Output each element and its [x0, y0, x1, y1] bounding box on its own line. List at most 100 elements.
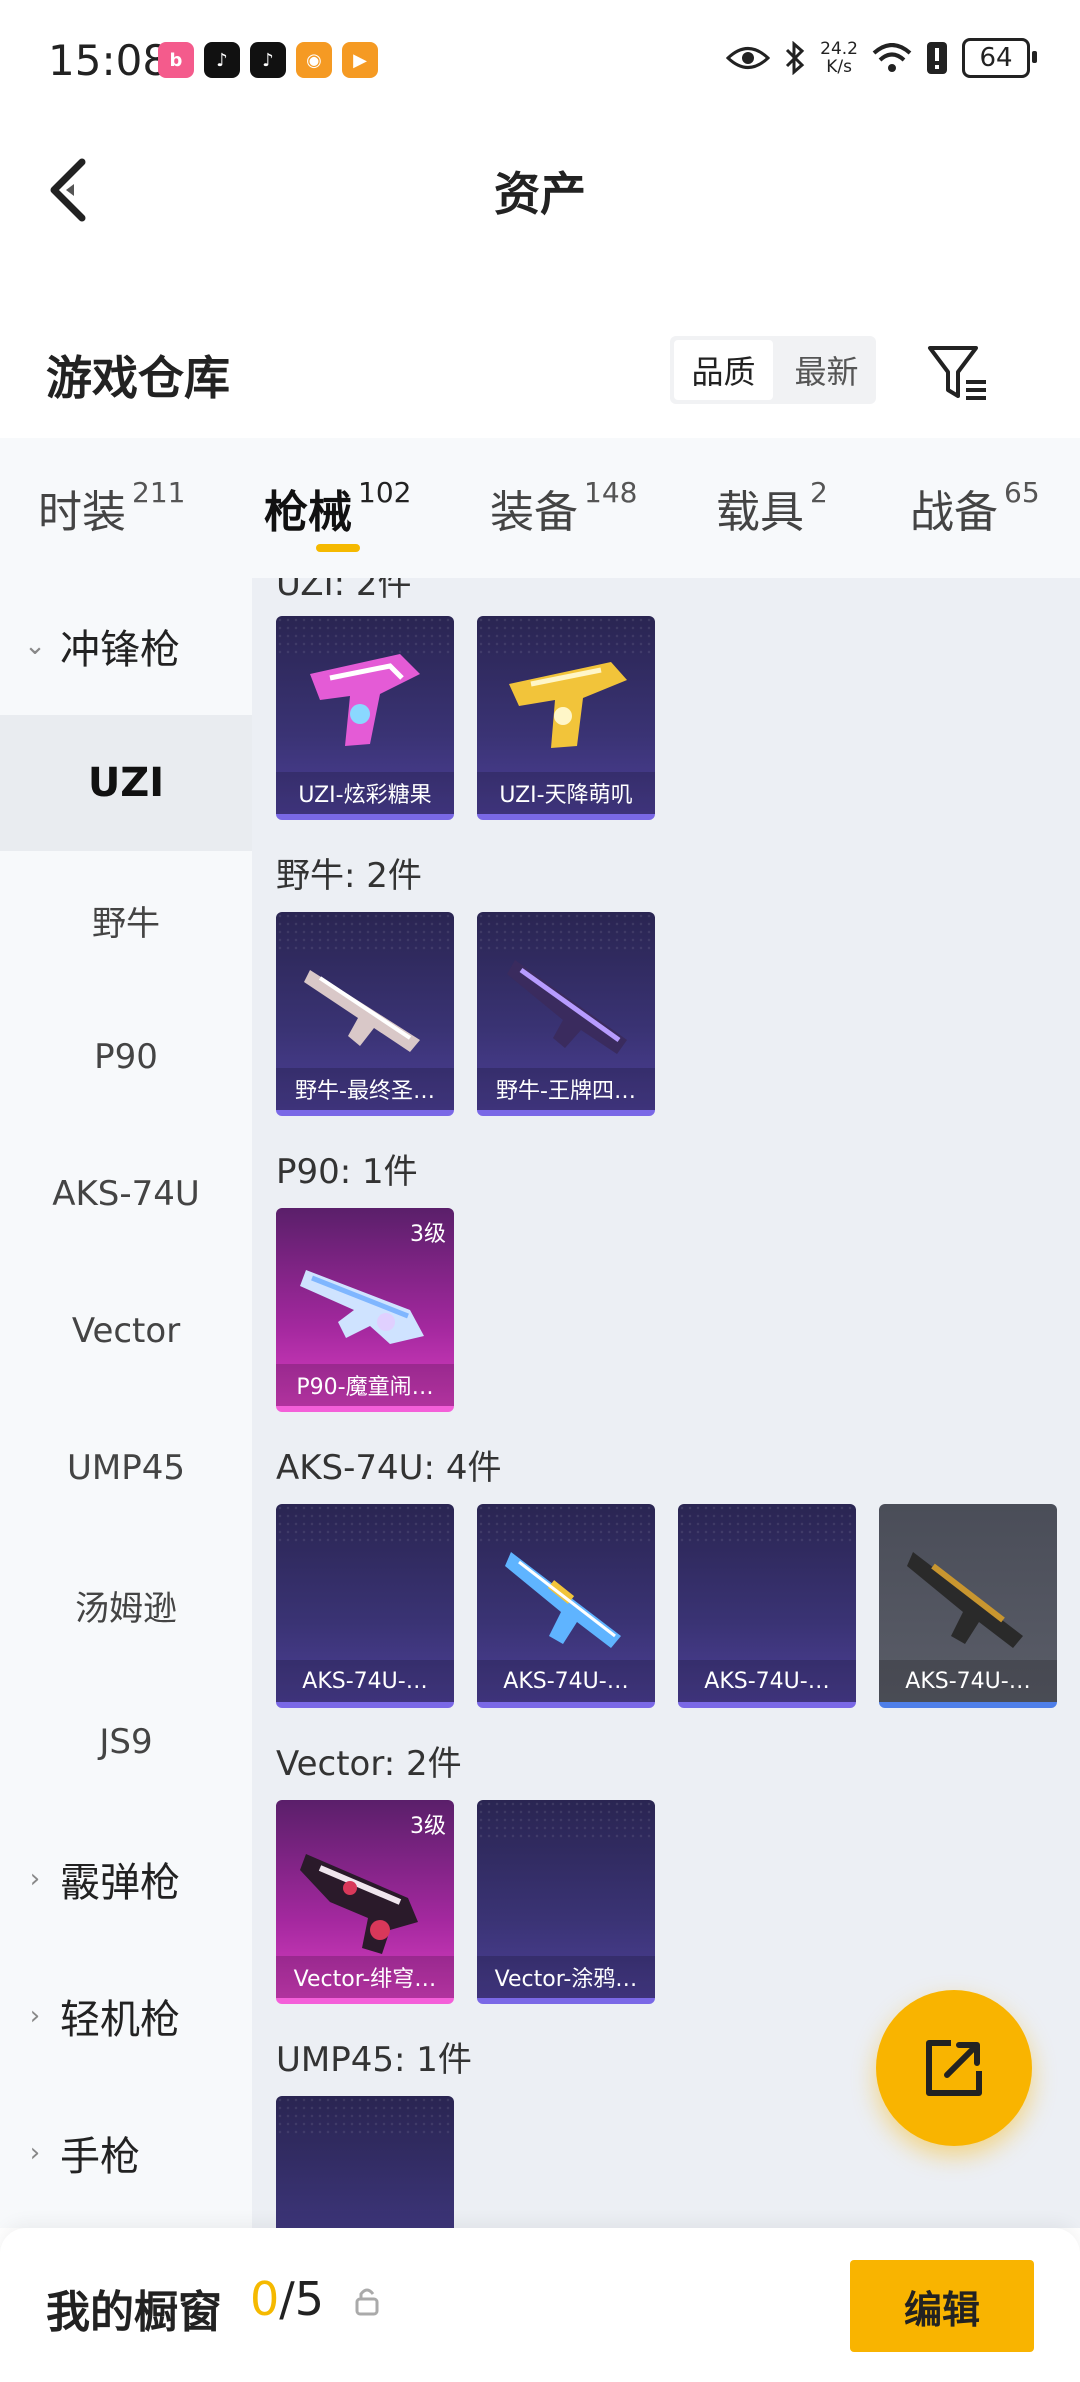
weapon-image: [304, 970, 420, 1052]
showcase-count: 0/5: [250, 2272, 324, 2326]
weapon-name: AKS-74U-…: [678, 1660, 856, 1702]
sort-quality-button[interactable]: 品质: [674, 340, 773, 400]
status-time: 15:08: [48, 36, 170, 85]
lock-icon: [355, 2288, 379, 2316]
tab-label: 装备: [490, 487, 578, 538]
weapon-name: P90-魔童闹…: [276, 1364, 454, 1406]
sidebar-item-uzi[interactable]: UZI: [0, 715, 252, 851]
sidebar-item-vector[interactable]: Vector: [0, 1263, 252, 1399]
showcase-bar: 我的橱窗 0/5 编辑: [0, 2228, 1080, 2382]
weapon-card[interactable]: UZI-炫彩糖果: [276, 616, 454, 820]
sidebar-group-pistol[interactable]: › 手枪: [0, 2085, 252, 2221]
sidebar-group-lmg[interactable]: › 轻机枪: [0, 1948, 252, 2084]
weapon-name: AKS-74U-…: [276, 1660, 454, 1702]
sidebar-item-ump45[interactable]: UMP45: [0, 1400, 252, 1536]
edit-button[interactable]: 编辑: [850, 2260, 1034, 2352]
sidebar-group-smg[interactable]: ⌄ 冲锋枪: [0, 578, 252, 714]
network-speed-value: 24.2: [820, 39, 858, 59]
tab-count: 148: [584, 476, 638, 509]
tab-firearms[interactable]: 枪械 102: [264, 476, 411, 540]
game-app-icon: ◉: [296, 42, 332, 78]
tab-label: 时装: [38, 487, 126, 538]
weapon-image: [907, 1552, 1023, 1648]
weapon-name: UZI-天降萌叽: [477, 772, 655, 814]
section-header: 游戏仓库 品质 最新: [0, 310, 1080, 430]
weapon-card[interactable]: AKS-74U-…: [879, 1504, 1057, 1708]
sidebar-item-p90[interactable]: P90: [0, 989, 252, 1125]
status-bar: 15:08 b ♪ ♪ ◉ ▶ 24.2 K/s 64: [0, 0, 1080, 124]
weapon-card[interactable]: 3级 P90-魔童闹…: [276, 1208, 454, 1412]
weapon-image: [505, 1552, 621, 1648]
weapon-name: Vector-涂鸦…: [477, 1956, 655, 1998]
weapon-sidebar: ⌄ 冲锋枪 UZI 野牛 P90 AKS-74U Vector UMP45 汤姆…: [0, 578, 252, 2228]
sidebar-item-bison[interactable]: 野牛: [0, 852, 252, 988]
group-label-vector: Vector: 2件: [276, 1744, 462, 1784]
weapon-name: UZI-炫彩糖果: [276, 772, 454, 814]
group-label-bison: 野牛: 2件: [276, 856, 422, 896]
eye-icon: [726, 47, 771, 69]
tab-count: 211: [132, 476, 186, 509]
tiktok-app-icon: ♪: [204, 42, 240, 78]
share-button[interactable]: [876, 1990, 1032, 2146]
tab-label: 载具: [716, 487, 804, 538]
weapon-grid: UZI: 2件 UZI-炫彩糖果 UZI-天降萌叽 野牛: 2件 野牛-最终圣……: [252, 578, 1080, 2228]
filter-icon[interactable]: [924, 338, 994, 408]
category-tabs: 时装 211 枪械 102 装备 148 载具 2 战备 65: [0, 438, 1080, 578]
section-title: 游戏仓库: [46, 351, 230, 405]
weapon-image: [310, 654, 420, 746]
sidebar-group-label: 手枪: [60, 2134, 140, 2180]
weapon-card[interactable]: 野牛-最终圣…: [276, 912, 454, 1116]
weapon-card[interactable]: AKS-74U-…: [477, 1504, 655, 1708]
tab-indicator: [316, 544, 360, 552]
sidebar-group-label: 轻机枪: [60, 1997, 180, 2043]
tab-count: 65: [1004, 476, 1040, 509]
weapon-card[interactable]: 3级 Vector-绯穹…: [276, 1800, 454, 2004]
wifi-icon: [872, 43, 912, 72]
sidebar-item-aks74u[interactable]: AKS-74U: [0, 1126, 252, 1262]
sidebar-item-thompson[interactable]: 汤姆逊: [0, 1537, 252, 1673]
weapon-name: 野牛-最终圣…: [276, 1068, 454, 1110]
page-header: 资产: [0, 124, 1080, 254]
alert-icon: [927, 42, 947, 74]
battery-icon: 64: [962, 38, 1037, 78]
weapon-name: AKS-74U-…: [879, 1660, 1057, 1702]
weapon-image: [507, 960, 627, 1054]
tab-count: 2: [810, 476, 828, 509]
weapon-name: AKS-74U-…: [477, 1660, 655, 1702]
network-speed: 24.2 K/s: [820, 40, 858, 76]
showcase-label: 我的橱窗: [46, 2287, 222, 2338]
sort-newest-button[interactable]: 最新: [777, 336, 876, 404]
status-right: 24.2 K/s 64: [726, 38, 1037, 78]
weapon-image: [300, 1270, 424, 1344]
share-icon: [926, 2040, 982, 2096]
weapon-card[interactable]: AKS-74U-…: [678, 1504, 856, 1708]
chevron-right-icon: ›: [29, 2001, 41, 2031]
weapon-name: 野牛-王牌四…: [477, 1068, 655, 1110]
chevron-right-icon: ›: [29, 2138, 41, 2168]
tab-label: 战备: [910, 487, 998, 538]
card-pattern: [678, 1504, 856, 1544]
weapon-card[interactable]: [276, 2096, 454, 2228]
showcase-current: 0: [250, 2272, 280, 2326]
card-pattern: [276, 2096, 454, 2136]
video-app-icon: ▶: [342, 42, 378, 78]
group-label-p90: P90: 1件: [276, 1152, 418, 1192]
group-label-ump45: UMP45: 1件: [276, 2040, 472, 2080]
weapon-card[interactable]: AKS-74U-…: [276, 1504, 454, 1708]
sidebar-group-shotgun[interactable]: › 霰弹枪: [0, 1811, 252, 1947]
weapon-card[interactable]: 野牛-王牌四…: [477, 912, 655, 1116]
card-pattern: [477, 1800, 655, 1840]
sidebar-item-js9[interactable]: JS9: [0, 1674, 252, 1810]
tab-fashion[interactable]: 时装 211: [38, 476, 185, 540]
tab-equipment[interactable]: 装备 148: [490, 476, 637, 540]
tab-vehicles[interactable]: 载具 2: [716, 476, 828, 540]
tab-label: 枪械: [264, 487, 352, 538]
weapon-card[interactable]: Vector-涂鸦…: [477, 1800, 655, 2004]
tab-gear[interactable]: 战备 65: [910, 476, 1040, 540]
showcase-total: /5: [279, 2272, 325, 2326]
group-label-aks74u: AKS-74U: 4件: [276, 1448, 502, 1488]
network-speed-unit: K/s: [826, 57, 852, 77]
weapon-card[interactable]: UZI-天降萌叽: [477, 616, 655, 820]
weapon-image: [300, 1854, 418, 1954]
sidebar-group-label: 冲锋枪: [60, 627, 180, 673]
